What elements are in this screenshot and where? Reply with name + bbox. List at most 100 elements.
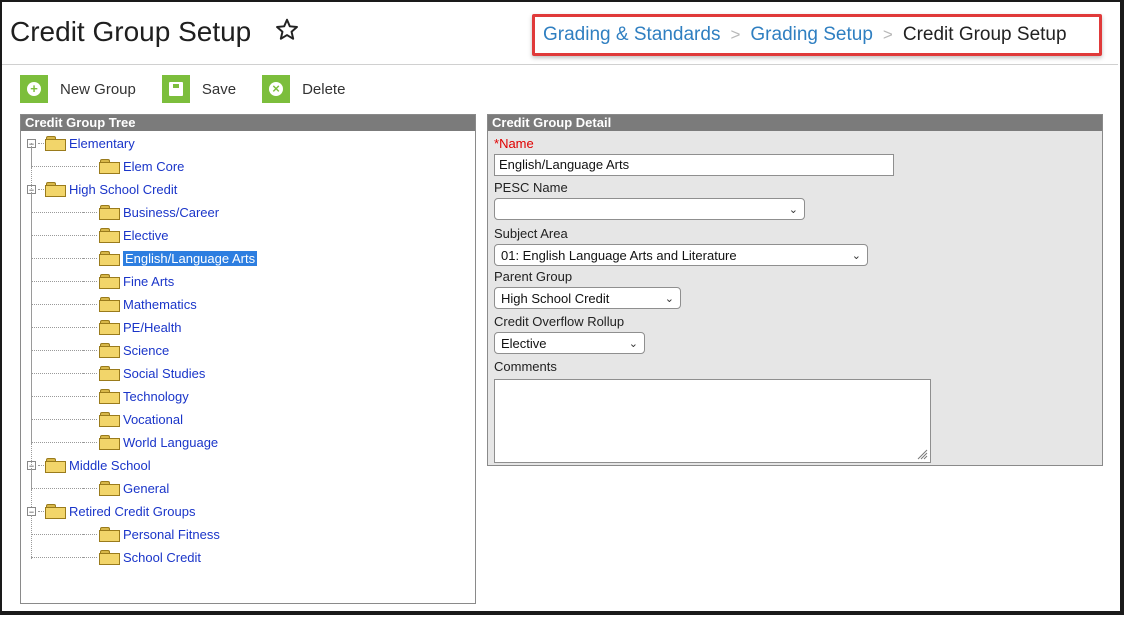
star-icon[interactable] — [274, 17, 300, 43]
tree-item-label: Elem Core — [123, 158, 185, 174]
folder-icon — [99, 228, 120, 243]
breadcrumb-chevron-icon: > — [730, 25, 741, 44]
tree-guide-line — [31, 235, 83, 236]
tree-node-label: Retired Credit Groups — [69, 503, 196, 519]
folder-icon — [99, 343, 120, 358]
folder-icon — [99, 527, 120, 542]
tree-item-label: Social Studies — [123, 365, 206, 381]
folder-icon — [99, 389, 120, 404]
delete-label: Delete — [302, 80, 346, 98]
tree-guide-line — [31, 373, 83, 374]
credit-overflow-value: Elective — [501, 335, 547, 351]
tree-item[interactable]: Vocational — [83, 409, 183, 429]
tree-node-label: Middle School — [69, 457, 151, 473]
credit-group-detail-panel: Credit Group Detail *Name English/Langua… — [487, 114, 1103, 466]
tree-group-node[interactable]: − Retired Credit Groups — [27, 501, 195, 521]
parent-group-select[interactable]: High School Credit ⌄ — [494, 287, 681, 309]
tree-item-label: General — [123, 480, 170, 496]
folder-icon — [99, 320, 120, 335]
subject-area-value: 01: English Language Arts and Literature — [501, 247, 737, 263]
new-group-button[interactable]: + New Group — [20, 75, 136, 103]
chevron-down-icon: ⌄ — [664, 292, 674, 305]
folder-icon — [99, 274, 120, 289]
tree-panel-title: Credit Group Tree — [21, 115, 475, 131]
pesc-name-label: PESC Name — [494, 180, 568, 195]
tree-item[interactable]: Elective — [83, 225, 169, 245]
tree-item-label: Personal Fitness — [123, 526, 220, 542]
delete-button[interactable]: × Delete — [262, 75, 345, 103]
tree-group-node[interactable]: − Middle School — [27, 455, 151, 475]
tree-guide-line — [31, 488, 83, 489]
detail-panel-title: Credit Group Detail — [488, 115, 1102, 131]
folder-icon — [99, 297, 120, 312]
tree-item[interactable]: English/Language Arts — [83, 248, 258, 268]
folder-icon — [45, 182, 66, 197]
folder-icon — [99, 205, 120, 220]
tree-item-label: School Credit — [123, 549, 202, 565]
save-button[interactable]: Save — [161, 75, 237, 103]
breadcrumb-grading-standards[interactable]: Grading & Standards — [543, 24, 720, 46]
tree-item-label: Fine Arts — [123, 273, 175, 289]
tree-item-label: Vocational — [123, 411, 183, 427]
folder-icon — [99, 435, 120, 450]
tree-item[interactable]: Business/Career — [83, 202, 219, 222]
folder-icon — [99, 550, 120, 565]
resize-grip-icon[interactable] — [916, 448, 928, 460]
chevron-down-icon: ⌄ — [628, 337, 638, 350]
tree-guide-line — [31, 442, 83, 443]
tree-group-node[interactable]: − Elementary — [27, 133, 135, 153]
tree-group-node[interactable]: − High School Credit — [27, 179, 177, 199]
folder-icon — [99, 251, 120, 266]
tree-item[interactable]: Mathematics — [83, 294, 197, 314]
plus-icon: + — [20, 75, 48, 103]
tree-item[interactable]: Technology — [83, 386, 189, 406]
tree-guide-line — [31, 350, 83, 351]
tree-item[interactable]: Science — [83, 340, 169, 360]
chevron-down-icon: ⌄ — [788, 203, 798, 216]
tree-item-label: Elective — [123, 227, 169, 243]
subject-area-select[interactable]: 01: English Language Arts and Literature… — [494, 244, 868, 266]
folder-icon — [45, 136, 66, 151]
credit-overflow-label: Credit Overflow Rollup — [494, 314, 625, 329]
tree-guide-line — [31, 166, 83, 167]
comments-textarea[interactable] — [494, 379, 931, 463]
breadcrumb-grading-setup[interactable]: Grading Setup — [750, 24, 873, 46]
save-icon — [161, 75, 190, 103]
credit-group-tree-panel: Credit Group Tree − Elementary Elem Core − H… — [20, 114, 476, 604]
tree-item[interactable]: Fine Arts — [83, 271, 174, 291]
tree-guide-line — [31, 419, 83, 420]
tree-item[interactable]: Personal Fitness — [83, 524, 220, 544]
tree-guide-line — [31, 515, 32, 559]
folder-icon — [45, 504, 66, 519]
page-header: Credit Group Setup Grading & Standards >… — [2, 2, 1118, 65]
tree-item[interactable]: School Credit — [83, 547, 201, 567]
tree-item[interactable]: PE/Health — [83, 317, 182, 337]
folder-icon — [99, 412, 120, 427]
breadcrumb: Grading & Standards > Grading Setup > Cr… — [532, 14, 1102, 56]
parent-group-label: Parent Group — [494, 269, 573, 284]
tree-guide-line — [31, 557, 83, 558]
credit-overflow-select[interactable]: Elective ⌄ — [494, 332, 645, 354]
tree-item[interactable]: World Language — [83, 432, 218, 452]
tree-guide-line — [31, 534, 83, 535]
tree-item-label: Science — [123, 342, 170, 358]
breadcrumb-chevron-icon: > — [882, 25, 893, 44]
tree-item-label: Mathematics — [123, 296, 197, 312]
delete-icon: × — [262, 75, 291, 103]
tree-item-label: English/Language Arts — [123, 250, 258, 266]
pesc-name-select[interactable]: ⌄ — [494, 198, 805, 220]
tree-item[interactable]: Elem Core — [83, 156, 184, 176]
tree-item[interactable]: Social Studies — [83, 363, 205, 383]
subject-area-label: Subject Area — [494, 226, 568, 241]
tree-item-label: Business/Career — [123, 204, 220, 220]
breadcrumb-current: Credit Group Setup — [902, 24, 1067, 45]
folder-icon — [99, 481, 120, 496]
name-field[interactable]: English/Language Arts — [494, 154, 894, 176]
tree-item-label: PE/Health — [123, 319, 182, 335]
tree-guide-line — [31, 396, 83, 397]
tree-guide-line — [31, 281, 83, 282]
tree-item[interactable]: General — [83, 478, 169, 498]
save-label: Save — [201, 80, 237, 98]
new-group-label: New Group — [60, 80, 136, 98]
tree-guide-line — [31, 143, 32, 507]
